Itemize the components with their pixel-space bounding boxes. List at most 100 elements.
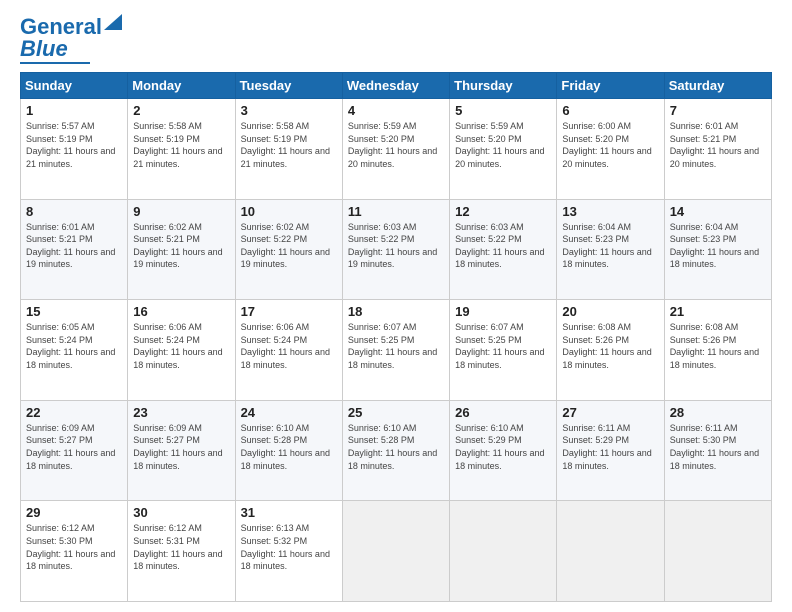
day-info: Sunrise: 6:04 AMSunset: 5:23 PMDaylight:… bbox=[562, 221, 658, 271]
calendar-cell: 20 Sunrise: 6:08 AMSunset: 5:26 PMDayligh… bbox=[557, 300, 664, 401]
calendar-cell bbox=[557, 501, 664, 602]
day-number: 19 bbox=[455, 304, 551, 319]
day-info: Sunrise: 6:02 AMSunset: 5:22 PMDaylight:… bbox=[241, 221, 337, 271]
week-row-4: 22 Sunrise: 6:09 AMSunset: 5:27 PMDayligh… bbox=[21, 400, 772, 501]
day-number: 5 bbox=[455, 103, 551, 118]
calendar-cell: 19 Sunrise: 6:07 AMSunset: 5:25 PMDayligh… bbox=[450, 300, 557, 401]
day-number: 1 bbox=[26, 103, 122, 118]
day-number: 13 bbox=[562, 204, 658, 219]
day-info: Sunrise: 6:11 AMSunset: 5:29 PMDaylight:… bbox=[562, 422, 658, 472]
day-info: Sunrise: 6:00 AMSunset: 5:20 PMDaylight:… bbox=[562, 120, 658, 170]
day-info: Sunrise: 6:10 AMSunset: 5:29 PMDaylight:… bbox=[455, 422, 551, 472]
calendar-cell: 11Sunrise: 6:03 AMSunset: 5:22 PMDayligh… bbox=[342, 199, 449, 300]
calendar-cell: 15 Sunrise: 6:05 AMSunset: 5:24 PMDayligh… bbox=[21, 300, 128, 401]
day-info: Sunrise: 6:06 AMSunset: 5:24 PMDaylight:… bbox=[133, 321, 229, 371]
calendar-cell bbox=[450, 501, 557, 602]
day-number: 14 bbox=[670, 204, 766, 219]
logo-text: General bbox=[20, 16, 102, 38]
calendar-cell: 12Sunrise: 6:03 AMSunset: 5:22 PMDayligh… bbox=[450, 199, 557, 300]
day-info: Sunrise: 5:58 AMSunset: 5:19 PMDaylight:… bbox=[241, 120, 337, 170]
calendar-cell: 3 Sunrise: 5:58 AMSunset: 5:19 PMDaylight… bbox=[235, 99, 342, 200]
day-info: Sunrise: 6:07 AMSunset: 5:25 PMDaylight:… bbox=[455, 321, 551, 371]
calendar-cell bbox=[664, 501, 771, 602]
day-number: 31 bbox=[241, 505, 337, 520]
logo: General Blue bbox=[20, 16, 122, 64]
day-number: 6 bbox=[562, 103, 658, 118]
calendar-cell: 27 Sunrise: 6:11 AMSunset: 5:29 PMDayligh… bbox=[557, 400, 664, 501]
day-info: Sunrise: 6:01 AMSunset: 5:21 PMDaylight:… bbox=[26, 221, 122, 271]
calendar-cell: 29Sunrise: 6:12 AMSunset: 5:30 PMDayligh… bbox=[21, 501, 128, 602]
calendar-cell: 13 Sunrise: 6:04 AMSunset: 5:23 PMDayligh… bbox=[557, 199, 664, 300]
day-number: 16 bbox=[133, 304, 229, 319]
calendar-cell: 23 Sunrise: 6:09 AMSunset: 5:27 PMDayligh… bbox=[128, 400, 235, 501]
day-info: Sunrise: 6:08 AMSunset: 5:26 PMDaylight:… bbox=[562, 321, 658, 371]
day-info: Sunrise: 6:12 AMSunset: 5:31 PMDaylight:… bbox=[133, 522, 229, 572]
calendar-cell: 7Sunrise: 6:01 AMSunset: 5:21 PMDaylight… bbox=[664, 99, 771, 200]
day-number: 24 bbox=[241, 405, 337, 420]
calendar-cell bbox=[342, 501, 449, 602]
day-number: 7 bbox=[670, 103, 766, 118]
calendar-cell: 14 Sunrise: 6:04 AMSunset: 5:23 PMDayligh… bbox=[664, 199, 771, 300]
day-number: 2 bbox=[133, 103, 229, 118]
weekday-header-thursday: Thursday bbox=[450, 73, 557, 99]
calendar-cell: 2Sunrise: 5:58 AMSunset: 5:19 PMDaylight… bbox=[128, 99, 235, 200]
day-info: Sunrise: 6:11 AMSunset: 5:30 PMDaylight:… bbox=[670, 422, 766, 472]
day-info: Sunrise: 6:08 AMSunset: 5:26 PMDaylight:… bbox=[670, 321, 766, 371]
weekday-header-row: SundayMondayTuesdayWednesdayThursdayFrid… bbox=[21, 73, 772, 99]
day-number: 18 bbox=[348, 304, 444, 319]
calendar-cell: 22Sunrise: 6:09 AMSunset: 5:27 PMDayligh… bbox=[21, 400, 128, 501]
day-info: Sunrise: 6:09 AMSunset: 5:27 PMDaylight:… bbox=[133, 422, 229, 472]
day-number: 22 bbox=[26, 405, 122, 420]
calendar-cell: 28 Sunrise: 6:11 AMSunset: 5:30 PMDayligh… bbox=[664, 400, 771, 501]
day-info: Sunrise: 6:10 AMSunset: 5:28 PMDaylight:… bbox=[348, 422, 444, 472]
day-info: Sunrise: 6:02 AMSunset: 5:21 PMDaylight:… bbox=[133, 221, 229, 271]
calendar-cell: 30 Sunrise: 6:12 AMSunset: 5:31 PMDayligh… bbox=[128, 501, 235, 602]
day-number: 17 bbox=[241, 304, 337, 319]
day-info: Sunrise: 6:04 AMSunset: 5:23 PMDaylight:… bbox=[670, 221, 766, 271]
calendar-cell: 18 Sunrise: 6:07 AMSunset: 5:25 PMDayligh… bbox=[342, 300, 449, 401]
day-number: 25 bbox=[348, 405, 444, 420]
day-info: Sunrise: 6:07 AMSunset: 5:25 PMDaylight:… bbox=[348, 321, 444, 371]
day-info: Sunrise: 6:03 AMSunset: 5:22 PMDaylight:… bbox=[455, 221, 551, 271]
day-number: 30 bbox=[133, 505, 229, 520]
calendar-cell: 5 Sunrise: 5:59 AMSunset: 5:20 PMDaylight… bbox=[450, 99, 557, 200]
logo-arrow-icon bbox=[104, 14, 122, 30]
day-info: Sunrise: 6:12 AMSunset: 5:30 PMDaylight:… bbox=[26, 522, 122, 572]
day-number: 8 bbox=[26, 204, 122, 219]
day-number: 20 bbox=[562, 304, 658, 319]
calendar-table: SundayMondayTuesdayWednesdayThursdayFrid… bbox=[20, 72, 772, 602]
day-info: Sunrise: 6:05 AMSunset: 5:24 PMDaylight:… bbox=[26, 321, 122, 371]
calendar-cell: 21 Sunrise: 6:08 AMSunset: 5:26 PMDayligh… bbox=[664, 300, 771, 401]
calendar-cell: 10 Sunrise: 6:02 AMSunset: 5:22 PMDayligh… bbox=[235, 199, 342, 300]
day-info: Sunrise: 5:59 AMSunset: 5:20 PMDaylight:… bbox=[455, 120, 551, 170]
day-number: 23 bbox=[133, 405, 229, 420]
logo-underline bbox=[20, 62, 90, 64]
day-number: 10 bbox=[241, 204, 337, 219]
day-number: 4 bbox=[348, 103, 444, 118]
calendar-cell: 1 Sunrise: 5:57 AMSunset: 5:19 PMDaylight… bbox=[21, 99, 128, 200]
calendar-cell: 8 Sunrise: 6:01 AMSunset: 5:21 PMDaylight… bbox=[21, 199, 128, 300]
day-number: 15 bbox=[26, 304, 122, 319]
weekday-header-wednesday: Wednesday bbox=[342, 73, 449, 99]
week-row-1: 1 Sunrise: 5:57 AMSunset: 5:19 PMDaylight… bbox=[21, 99, 772, 200]
day-info: Sunrise: 5:57 AMSunset: 5:19 PMDaylight:… bbox=[26, 120, 122, 170]
weekday-header-friday: Friday bbox=[557, 73, 664, 99]
calendar-cell: 17 Sunrise: 6:06 AMSunset: 5:24 PMDayligh… bbox=[235, 300, 342, 401]
page-header: General Blue bbox=[20, 16, 772, 64]
day-number: 27 bbox=[562, 405, 658, 420]
day-number: 28 bbox=[670, 405, 766, 420]
weekday-header-sunday: Sunday bbox=[21, 73, 128, 99]
calendar-cell: 9Sunrise: 6:02 AMSunset: 5:21 PMDaylight… bbox=[128, 199, 235, 300]
day-info: Sunrise: 6:10 AMSunset: 5:28 PMDaylight:… bbox=[241, 422, 337, 472]
day-info: Sunrise: 6:06 AMSunset: 5:24 PMDaylight:… bbox=[241, 321, 337, 371]
calendar-cell: 26Sunrise: 6:10 AMSunset: 5:29 PMDayligh… bbox=[450, 400, 557, 501]
weekday-header-saturday: Saturday bbox=[664, 73, 771, 99]
weekday-header-tuesday: Tuesday bbox=[235, 73, 342, 99]
week-row-3: 15 Sunrise: 6:05 AMSunset: 5:24 PMDayligh… bbox=[21, 300, 772, 401]
day-number: 21 bbox=[670, 304, 766, 319]
week-row-5: 29Sunrise: 6:12 AMSunset: 5:30 PMDayligh… bbox=[21, 501, 772, 602]
day-number: 3 bbox=[241, 103, 337, 118]
weekday-header-monday: Monday bbox=[128, 73, 235, 99]
day-info: Sunrise: 6:03 AMSunset: 5:22 PMDaylight:… bbox=[348, 221, 444, 271]
calendar-cell: 6 Sunrise: 6:00 AMSunset: 5:20 PMDaylight… bbox=[557, 99, 664, 200]
